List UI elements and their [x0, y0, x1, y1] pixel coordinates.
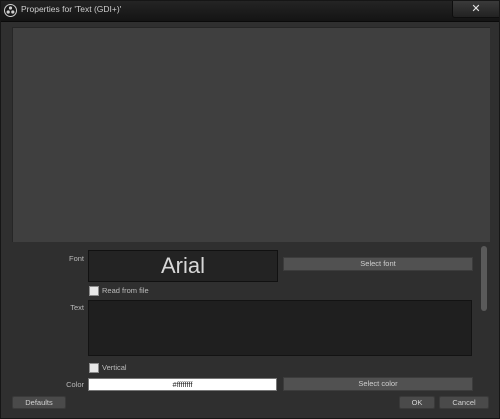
close-button[interactable]: ✕ [452, 1, 499, 18]
read-from-file-label[interactable]: Read from file [102, 286, 149, 295]
properties-scrollbar[interactable] [481, 246, 487, 311]
properties-panel: Font Arial Select font Read from file Te… [12, 244, 489, 392]
defaults-button[interactable]: Defaults [12, 396, 66, 409]
read-from-file-checkbox[interactable] [89, 286, 99, 296]
close-icon: ✕ [471, 2, 481, 15]
source-preview [12, 27, 490, 242]
select-font-button[interactable]: Select font [283, 257, 473, 271]
title-bar[interactable]: Properties for 'Text (GDI+)' ✕ [1, 1, 499, 22]
vertical-checkbox[interactable] [89, 363, 99, 373]
ok-button[interactable]: OK [399, 396, 435, 409]
color-value-field[interactable]: #ffffffff [88, 378, 277, 391]
window-title: Properties for 'Text (GDI+)' [21, 4, 122, 14]
font-preview: Arial [88, 250, 278, 282]
text-label: Text [70, 303, 84, 312]
cancel-button[interactable]: Cancel [439, 396, 489, 409]
vertical-label[interactable]: Vertical [102, 363, 127, 372]
color-label: Color [66, 380, 84, 389]
properties-dialog: Properties for 'Text (GDI+)' ✕ Font Aria… [0, 0, 500, 419]
obs-logo-icon [4, 4, 17, 17]
select-color-button[interactable]: Select color [283, 377, 473, 391]
font-label: Font [68, 254, 84, 263]
text-input[interactable] [88, 300, 472, 356]
